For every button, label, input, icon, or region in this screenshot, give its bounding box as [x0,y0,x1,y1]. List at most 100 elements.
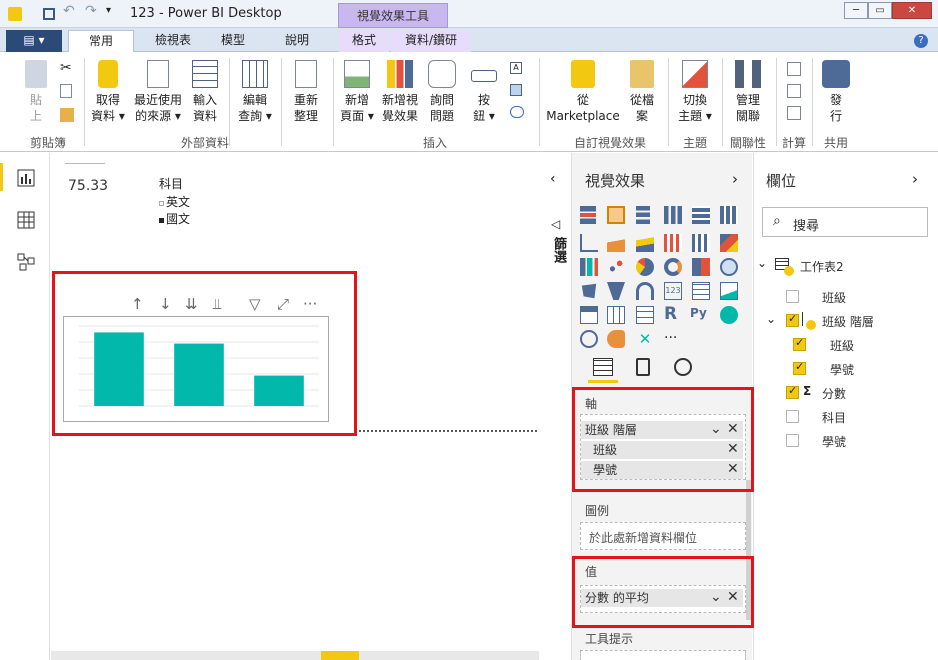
image-icon[interactable] [510,84,522,96]
from-marketplace-button[interactable]: 從 Marketplace [546,60,620,124]
new-visual-button[interactable]: 新增視 覺效果 [380,60,420,124]
data-view-icon[interactable] [17,211,35,229]
page-tab-active[interactable] [321,651,359,660]
stacked-bar-chart-icon[interactable] [580,206,596,224]
close-button[interactable]: ✕ [892,2,932,19]
tooltip-well[interactable] [580,650,746,660]
field-checkbox[interactable] [793,360,806,375]
waterfall-chart-icon[interactable] [580,258,598,276]
100-stacked-bar-chart-icon[interactable] [692,206,710,224]
kpi-icon[interactable] [720,282,738,300]
legend-well[interactable]: 於此處新增資料欄位 [580,522,746,550]
cut-icon[interactable]: ✂ [60,60,72,76]
fields-tab-icon[interactable] [593,358,613,376]
gauge-icon[interactable] [636,282,654,300]
pie-chart-icon[interactable] [636,258,654,276]
recent-sources-button[interactable]: 最近使用 的來源 ▾ [132,60,184,124]
field-checkbox[interactable] [786,434,799,447]
table-visual-icon[interactable] [607,306,625,324]
stacked-column-chart-icon[interactable] [607,206,625,224]
filters-collapsed-strip[interactable]: ‹ ◁ 篩選 [540,153,572,660]
custom-visual-clock-icon[interactable] [580,330,598,348]
tab-modeling[interactable]: 模型 [208,30,258,52]
quick-access-dropdown-icon[interactable]: ▾ [106,5,111,16]
manage-relationships-button[interactable]: 管理 關聯 [728,60,768,124]
filter-funnel-icon[interactable]: ◁ [551,217,560,231]
arcgis-map-icon[interactable] [720,306,738,324]
tab-home[interactable]: 常用 [68,30,134,53]
ribbon-chart-icon[interactable] [720,234,738,252]
tab-view[interactable]: 檢視表 [140,30,206,52]
new-measure-icon[interactable] [787,62,801,76]
field-checkbox[interactable] [786,384,799,399]
field-item[interactable]: 班級 [830,337,854,354]
r-visual-icon[interactable]: R [664,304,682,324]
model-view-icon[interactable] [17,253,35,271]
refresh-button[interactable]: 重新 整理 [288,60,324,124]
edit-queries-button[interactable]: 編輯 查詢 ▾ [236,60,274,124]
field-item[interactable]: 班級 階層 [822,313,874,330]
new-quick-measure-icon[interactable] [787,106,801,120]
redo-icon[interactable]: ↷ [85,3,97,19]
card-icon[interactable]: 123 [664,282,682,300]
line-chart-icon[interactable] [580,234,598,252]
collapse-left-icon[interactable]: ‹ [550,171,556,187]
from-file-button[interactable]: 從檔 案 [626,60,658,124]
page-tabs-bar[interactable] [51,651,539,660]
slicer-icon[interactable] [580,306,598,324]
line-and-stacked-column-icon[interactable] [664,234,682,252]
field-checkbox[interactable] [786,290,799,303]
copy-icon[interactable] [60,84,72,98]
clustered-bar-chart-icon[interactable] [636,206,650,224]
get-data-button[interactable]: 取得 資料 ▾ [90,60,126,124]
undo-icon[interactable]: ↶ [63,3,75,19]
field-checkbox[interactable] [793,336,806,351]
python-visual-icon[interactable]: Py [690,306,712,324]
minimize-button[interactable]: ─ [844,2,868,19]
field-item[interactable]: 學號 [830,361,854,378]
expand-fields-icon[interactable]: › [912,170,918,188]
ask-question-button[interactable]: 詢問 問題 [424,60,460,124]
donut-chart-icon[interactable] [664,258,682,276]
stacked-area-chart-icon[interactable] [636,234,654,252]
tab-format[interactable]: 格式 [339,30,389,52]
more-visuals-icon[interactable]: ··· [664,330,682,348]
maximize-button[interactable]: ▭ [868,2,892,19]
paste-button[interactable]: 貼 上 [22,60,50,124]
tab-help[interactable]: 說明 [272,30,322,52]
enter-data-button[interactable]: 輸入 資料 [188,60,222,124]
table-collapse-icon[interactable]: ⌄ [757,256,767,270]
switch-theme-button[interactable]: 切換 主題 ▾ [676,60,714,124]
100-stacked-column-chart-icon[interactable] [720,206,738,224]
new-page-button[interactable]: 新增 頁面 ▾ [338,60,376,124]
save-icon[interactable] [43,8,55,20]
text-box-icon[interactable]: A [510,62,522,74]
new-column-icon[interactable] [787,84,801,98]
analytics-magnifier-icon[interactable] [674,358,692,376]
help-icon[interactable]: ? [914,34,928,48]
shapes-icon[interactable] [510,106,524,118]
field-item[interactable]: 科目 [822,409,846,426]
custom-visual-fish-icon[interactable] [607,330,625,348]
report-view-icon[interactable] [17,169,35,187]
tab-data-drill[interactable]: 資料/鑽研 [391,30,471,52]
file-menu-button[interactable]: ▤ ▾ [6,30,62,52]
field-checkbox[interactable] [786,410,799,423]
map-icon[interactable] [720,258,738,276]
publish-button[interactable]: 發 行 [818,60,854,124]
field-item[interactable]: 班級 [822,289,846,306]
area-chart-icon[interactable] [607,234,625,252]
field-item[interactable]: 分數 [822,385,846,402]
fields-search-box[interactable]: ⌕ 搜尋 [762,207,928,237]
custom-visual-network-icon[interactable]: ✕ [636,330,654,348]
clustered-column-chart-icon[interactable] [664,206,682,224]
scatter-chart-icon[interactable] [607,258,625,276]
expand-visualizations-icon[interactable]: › [732,170,738,188]
filters-side-label[interactable]: 篩選 [549,237,568,263]
table-name[interactable]: 工作表2 [800,258,844,275]
field-item[interactable]: 學號 [822,433,846,450]
field-checkbox[interactable] [786,312,799,327]
format-paint-roller-icon[interactable] [636,358,650,376]
line-and-clustered-column-icon[interactable] [692,234,710,252]
buttons-button[interactable]: 按 鈕 ▾ [468,60,500,124]
